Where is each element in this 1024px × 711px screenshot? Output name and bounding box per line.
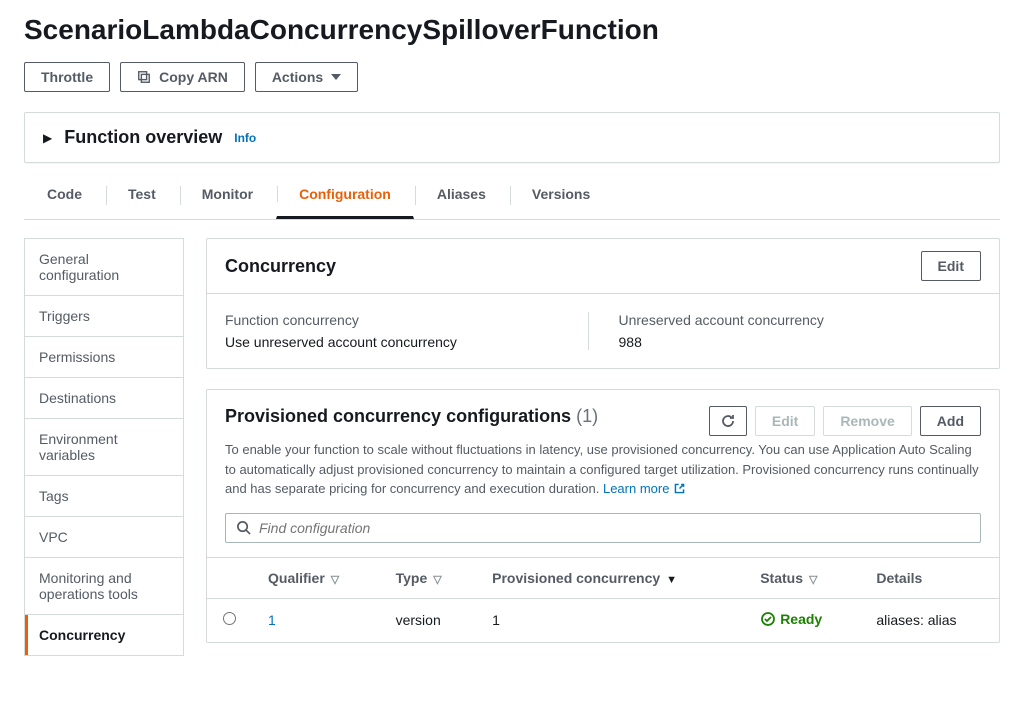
sidebar-item-concurrency[interactable]: Concurrency <box>25 615 183 655</box>
cell-qualifier[interactable]: 1 <box>252 598 380 642</box>
configuration-sidebar: General configuration Triggers Permissio… <box>24 238 184 656</box>
concurrency-title: Concurrency <box>225 256 336 277</box>
cell-type: version <box>380 598 477 642</box>
learn-more-link[interactable]: Learn more <box>603 481 686 496</box>
tab-configuration[interactable]: Configuration <box>276 171 414 219</box>
col-qualifier[interactable]: Qualifier▽ <box>252 557 380 598</box>
sidebar-item-tags[interactable]: Tags <box>25 476 183 517</box>
caret-down-icon <box>331 72 341 82</box>
check-circle-icon <box>760 611 776 627</box>
tab-test[interactable]: Test <box>105 171 179 219</box>
sidebar-item-env-vars[interactable]: Environment variables <box>25 419 183 476</box>
refresh-icon <box>720 413 736 429</box>
sidebar-item-permissions[interactable]: Permissions <box>25 337 183 378</box>
throttle-button[interactable]: Throttle <box>24 62 110 92</box>
col-details: Details <box>860 557 999 598</box>
remove-provisioned-button[interactable]: Remove <box>823 406 911 436</box>
sidebar-item-vpc[interactable]: VPC <box>25 517 183 558</box>
info-link[interactable]: Info <box>234 131 256 145</box>
search-input-wrapper[interactable] <box>225 513 981 543</box>
cell-details: aliases: alias <box>860 598 999 642</box>
refresh-button[interactable] <box>709 406 747 436</box>
sidebar-item-general[interactable]: General configuration <box>25 239 183 296</box>
tab-versions[interactable]: Versions <box>509 171 613 219</box>
sidebar-item-triggers[interactable]: Triggers <box>25 296 183 337</box>
concurrency-card: Concurrency Edit Function concurrency Us… <box>206 238 1000 369</box>
actions-dropdown-button[interactable]: Actions <box>255 62 358 92</box>
function-concurrency-value: Use unreserved account concurrency <box>225 334 558 350</box>
col-type[interactable]: Type▽ <box>380 557 477 598</box>
function-overview-panel[interactable]: ▶ Function overview Info <box>24 112 1000 163</box>
cell-status: Ready <box>744 598 860 642</box>
col-status[interactable]: Status▽ <box>744 557 860 598</box>
row-select-radio[interactable] <box>223 612 236 625</box>
search-icon <box>236 520 251 535</box>
unreserved-label: Unreserved account concurrency <box>619 312 952 328</box>
cell-provisioned: 1 <box>476 598 744 642</box>
provisioned-table: Qualifier▽ Type▽ Provisioned concurrency… <box>207 557 999 642</box>
copy-arn-button[interactable]: Copy ARN <box>120 62 245 92</box>
add-provisioned-button[interactable]: Add <box>920 406 981 436</box>
sidebar-item-monitoring[interactable]: Monitoring and operations tools <box>25 558 183 615</box>
edit-provisioned-button[interactable]: Edit <box>755 406 815 436</box>
tab-monitor[interactable]: Monitor <box>179 171 276 219</box>
copy-arn-label: Copy ARN <box>159 69 228 85</box>
provisioned-concurrency-card: Provisioned concurrency configurations (… <box>206 389 1000 643</box>
expand-caret-icon: ▶ <box>43 131 52 145</box>
edit-concurrency-button[interactable]: Edit <box>921 251 981 281</box>
external-link-icon <box>673 482 686 495</box>
provisioned-title: Provisioned concurrency configurations (… <box>225 406 598 426</box>
function-tabs: Code Test Monitor Configuration Aliases … <box>24 171 1000 220</box>
provisioned-count: (1) <box>576 406 598 426</box>
table-row[interactable]: 1 version 1 Ready <box>207 598 999 642</box>
tab-code[interactable]: Code <box>24 171 105 219</box>
sidebar-item-destinations[interactable]: Destinations <box>25 378 183 419</box>
action-toolbar: Throttle Copy ARN Actions <box>24 62 1000 92</box>
unreserved-value: 988 <box>619 334 952 350</box>
function-concurrency-label: Function concurrency <box>225 312 558 328</box>
search-input[interactable] <box>259 520 970 536</box>
overview-title: Function overview <box>64 127 222 148</box>
provisioned-description: To enable your function to scale without… <box>207 436 999 513</box>
copy-icon <box>137 70 151 84</box>
col-provisioned[interactable]: Provisioned concurrency▼ <box>476 557 744 598</box>
page-title: ScenarioLambdaConcurrencySpilloverFuncti… <box>24 14 1000 46</box>
tab-aliases[interactable]: Aliases <box>414 171 509 219</box>
actions-label: Actions <box>272 69 323 85</box>
